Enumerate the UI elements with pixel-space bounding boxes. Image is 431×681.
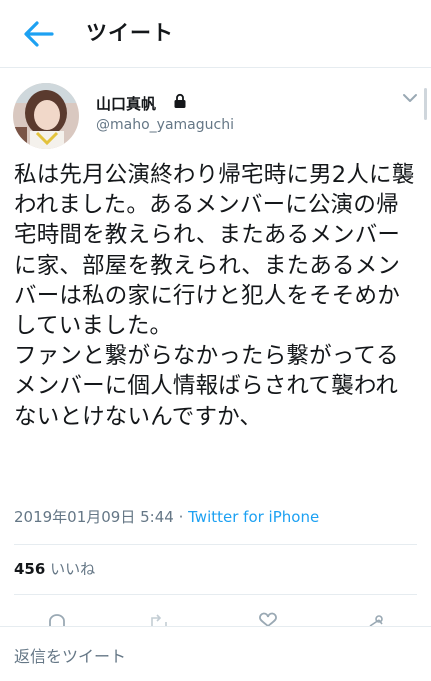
divider xyxy=(14,594,417,595)
likes-count: 456 xyxy=(14,560,46,578)
chevron-down-icon[interactable] xyxy=(402,92,418,104)
tweet-text: 私は先月公演終わり帰宅時に男2人に襲われました。あるメンバーに公演の帰宅時間を教… xyxy=(14,162,415,430)
likes-label: いいね xyxy=(50,560,96,578)
avatar[interactable] xyxy=(13,83,79,149)
author-handle[interactable]: @maho_yamaguchi xyxy=(96,117,234,133)
meta-separator: · xyxy=(173,508,189,526)
share-icon[interactable] xyxy=(364,612,386,626)
likes-stat[interactable]: 456 いいね xyxy=(14,558,95,579)
like-icon[interactable] xyxy=(257,612,279,626)
lock-icon xyxy=(174,93,186,108)
page-title: ツイート xyxy=(86,21,174,45)
retweet-icon[interactable] xyxy=(148,612,170,626)
scrollbar[interactable] xyxy=(424,88,427,120)
avatar-image xyxy=(13,83,79,149)
reply-icon[interactable] xyxy=(46,612,68,626)
author-name[interactable]: 山口真帆 xyxy=(96,93,156,114)
arrow-left-icon[interactable] xyxy=(22,20,54,48)
tweet-meta: 2019年01月09日 5:44 · Twitter for iPhone xyxy=(14,506,319,527)
divider xyxy=(14,544,417,545)
timestamp[interactable]: 2019年01月09日 5:44 xyxy=(14,508,174,526)
reply-input[interactable]: 返信をツイート xyxy=(14,643,126,667)
source-link[interactable]: Twitter for iPhone xyxy=(188,508,319,526)
top-bar: ツイート xyxy=(0,0,431,68)
reply-bar[interactable]: 返信をツイート xyxy=(0,626,431,681)
